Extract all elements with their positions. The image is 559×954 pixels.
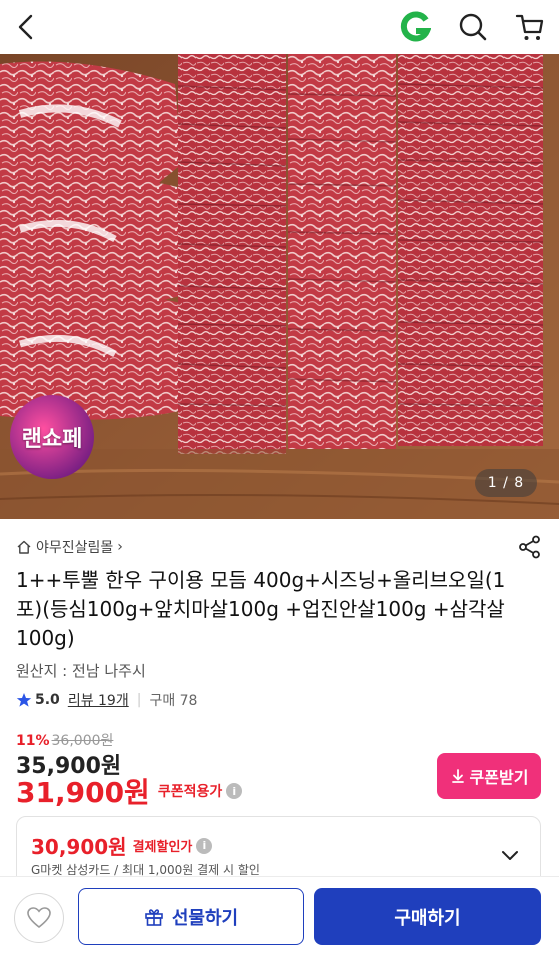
share-icon <box>519 535 540 559</box>
original-price: 36,000원 <box>51 733 114 749</box>
discount-row: 11% 36,000원 <box>16 730 113 750</box>
top-header <box>0 0 559 54</box>
star-icon <box>16 693 32 707</box>
info-icon[interactable]: i <box>226 783 243 799</box>
rating-row: 5.0 리뷰 19개 | 구매 78 <box>16 690 197 710</box>
image-page-indicator: 1 / 8 <box>475 469 537 497</box>
chevron-left-icon <box>18 14 33 40</box>
gmarket-logo-button[interactable] <box>397 9 433 45</box>
home-icon <box>17 540 31 554</box>
heart-icon <box>27 907 51 929</box>
coupon-price-row: 31,900원 쿠폰적용가 i <box>16 771 243 811</box>
payment-price: 30,900원 <box>31 835 127 859</box>
buy-label: 구매하기 <box>394 907 461 929</box>
share-button[interactable] <box>517 534 543 560</box>
get-coupon-label: 쿠폰받기 <box>469 768 529 787</box>
store-name: 야무진살림몰 <box>36 540 114 556</box>
brand-badge-text: 랜쇼페 <box>21 427 83 452</box>
coupon-price: 31,900원 <box>16 776 150 809</box>
store-link[interactable]: 야무진살림몰 › <box>16 537 123 557</box>
cart-button[interactable] <box>512 9 548 45</box>
download-icon <box>451 769 464 783</box>
get-coupon-button[interactable]: 쿠폰받기 <box>437 753 541 799</box>
gift-label: 선물하기 <box>171 907 239 929</box>
review-link[interactable]: 리뷰 19개 <box>68 690 129 710</box>
rating-separator: | <box>136 692 142 708</box>
payment-price-row: 30,900원 결제할인가 i <box>31 831 213 860</box>
purchase-count: 구매 78 <box>149 693 198 709</box>
brand-badge: 랜쇼페 <box>6 393 98 481</box>
rating-score: 5.0 <box>35 692 60 708</box>
bottom-action-bar: 선물하기 구매하기 <box>0 876 559 954</box>
product-origin: 원산지 : 전남 나주시 <box>16 662 146 680</box>
back-button[interactable] <box>8 9 44 45</box>
gmarket-logo-icon <box>400 11 431 42</box>
discount-percent: 11% <box>16 733 50 749</box>
search-button[interactable] <box>455 9 491 45</box>
cart-icon <box>515 14 544 40</box>
buy-button[interactable]: 구매하기 <box>314 888 541 945</box>
chevron-down-icon[interactable] <box>500 845 520 865</box>
gift-button[interactable]: 선물하기 <box>78 888 304 945</box>
search-icon <box>459 13 487 41</box>
payment-price-label: 결제할인가 <box>132 840 193 855</box>
coupon-price-label: 쿠폰적용가 <box>157 784 223 800</box>
info-icon[interactable]: i <box>196 837 213 854</box>
gift-icon <box>145 908 163 926</box>
product-title: 1++투뿔 한우 구이용 모듬 400g+시즈닝+올리브오일(1포)(등심100… <box>16 568 506 650</box>
wishlist-button[interactable] <box>14 893 64 943</box>
product-image-gallery[interactable]: 랜쇼페 1 / 8 <box>0 54 559 519</box>
store-chevron: › <box>117 539 123 555</box>
